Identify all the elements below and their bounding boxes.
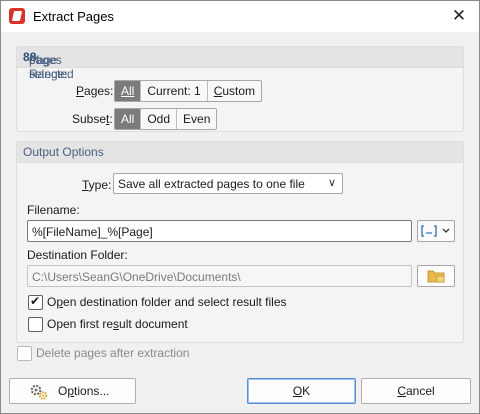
subset-odd-button[interactable]: Odd [141, 109, 178, 129]
destination-folder-field[interactable]: C:\Users\SeanG\OneDrive\Documents\ [27, 265, 412, 287]
pages-all-button[interactable]: All [115, 81, 142, 101]
open-folder-checkbox[interactable] [28, 294, 43, 310]
dialog-title: Extract Pages [33, 9, 114, 24]
open-first-label[interactable]: Open first result document [47, 317, 188, 331]
pdf-app-icon [9, 8, 25, 24]
browse-folder-button[interactable] [417, 265, 455, 287]
cancel-button[interactable]: Cancel [361, 378, 471, 404]
delete-pages-checkbox[interactable] [17, 346, 32, 361]
destination-label: Destination Folder: [27, 248, 128, 262]
filename-field[interactable]: %[FileName]_%[Page] [27, 220, 412, 242]
subset-all-button[interactable]: All [115, 109, 142, 129]
subset-segmented-control: All Odd Even [114, 108, 218, 130]
output-options-title: Output Options [23, 145, 104, 159]
extract-pages-dialog: Extract Pages ✕ Page Range: 8 of 8 pages… [0, 0, 480, 414]
open-folder-label[interactable]: Open destination folder and select resul… [47, 295, 287, 309]
title-bar: Extract Pages ✕ [1, 1, 479, 32]
page-range-panel: Page Range: 8 of 8 pages selected Pages:… [16, 46, 464, 132]
gears-icon [30, 384, 48, 400]
subset-even-button[interactable]: Even [177, 109, 216, 129]
folder-browse-icon [427, 270, 445, 283]
ok-button[interactable]: OK [247, 378, 356, 404]
type-label: Type: [82, 178, 112, 192]
page-range-suffix: pages selected [29, 53, 74, 81]
pages-label: Pages: [76, 84, 114, 98]
destination-value: C:\Users\SeanG\OneDrive\Documents\ [32, 270, 241, 284]
page-range-heading: Page Range: 8 of 8 pages selected [17, 47, 463, 81]
type-value: Save all extracted pages to one file [118, 177, 305, 191]
macro-insert-button[interactable] [417, 220, 455, 242]
pages-custom-button[interactable]: Custom [208, 81, 261, 101]
close-icon[interactable]: ✕ [449, 6, 469, 26]
filename-value: %[FileName]_%[Page] [32, 225, 153, 239]
output-options-panel: Output Options Type: Save all extracted … [16, 141, 464, 343]
pages-current-button[interactable]: Current: 1 [141, 81, 208, 101]
options-button[interactable]: Options... [9, 378, 136, 404]
delete-pages-label[interactable]: Delete pages after extraction [36, 346, 189, 360]
chevron-down-icon: ∨ [327, 177, 336, 189]
subset-label: Subset: [72, 112, 113, 126]
output-options-heading: Output Options [17, 142, 463, 163]
filename-label: Filename: [27, 203, 80, 217]
macro-insert-icon [421, 225, 450, 237]
type-select[interactable]: Save all extracted pages to one file ∨ [113, 173, 343, 194]
open-first-checkbox[interactable] [28, 317, 43, 332]
pages-segmented-control: All Current: 1 Custom [114, 80, 263, 102]
